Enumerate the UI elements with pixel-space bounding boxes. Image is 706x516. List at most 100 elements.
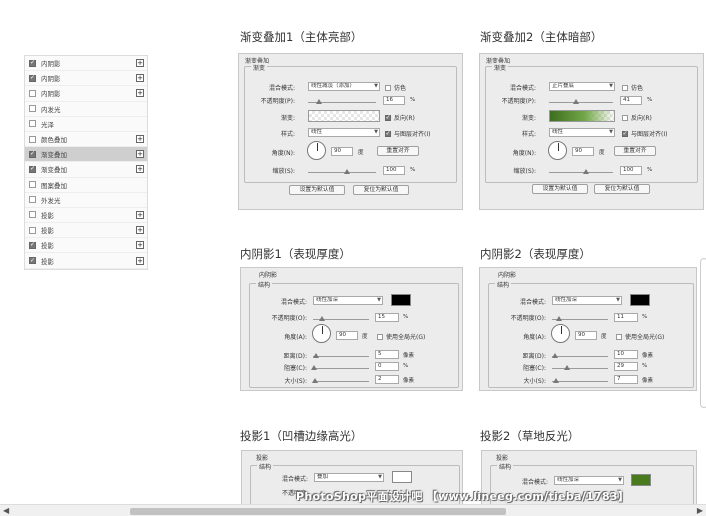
layer-style-item[interactable]: 光泽 bbox=[25, 117, 147, 132]
choke-input[interactable]: 29 bbox=[614, 362, 638, 371]
layer-style-item[interactable]: 内发光 bbox=[25, 102, 147, 117]
choke-slider[interactable] bbox=[552, 365, 608, 370]
shadow-color-swatch[interactable] bbox=[391, 294, 411, 306]
layer-style-checkbox[interactable] bbox=[29, 181, 36, 189]
scale-input[interactable]: 100 bbox=[620, 166, 642, 175]
layer-style-checkbox[interactable]: ✓ bbox=[29, 257, 36, 265]
layer-style-checkbox[interactable] bbox=[29, 105, 36, 113]
layer-style-item[interactable]: ✓ 渐变叠加 + bbox=[25, 147, 147, 163]
add-style-icon[interactable]: + bbox=[136, 89, 144, 98]
layer-style-checkbox[interactable]: ✓ bbox=[29, 74, 36, 82]
slider-thumb[interactable] bbox=[564, 365, 570, 370]
set-default-button[interactable]: 设置为默认值 bbox=[532, 184, 588, 194]
blend-mode-select[interactable]: 线性加深 ▼ bbox=[554, 476, 624, 485]
blend-mode-select[interactable]: 线性加深 ▼ bbox=[552, 296, 622, 305]
layer-style-item[interactable]: 内阴影 + bbox=[25, 86, 147, 102]
layer-style-item[interactable]: ✓ 投影 + bbox=[25, 238, 147, 254]
layer-style-checkbox[interactable]: ✓ bbox=[29, 150, 36, 158]
size-slider[interactable] bbox=[552, 378, 608, 383]
slider-thumb[interactable] bbox=[319, 316, 325, 321]
opacity-input[interactable]: 41 bbox=[620, 96, 642, 105]
layer-style-item[interactable]: 投影 + bbox=[25, 208, 147, 224]
angle-dial[interactable] bbox=[548, 141, 567, 160]
style-select[interactable]: 线性 ▼ bbox=[549, 128, 615, 137]
size-input[interactable]: 2 bbox=[375, 375, 399, 384]
reverse-checkbox[interactable]: 反向(R) bbox=[622, 113, 652, 122]
add-style-icon[interactable]: + bbox=[136, 241, 144, 250]
align-layer-checkbox[interactable]: ✓ 与图层对齐(I) bbox=[385, 129, 430, 138]
size-input[interactable]: 7 bbox=[614, 375, 638, 384]
reset-align-button[interactable]: 重置对齐 bbox=[377, 146, 419, 156]
layer-style-item[interactable]: ✓ 内阴影 + bbox=[25, 71, 147, 87]
opacity-slider[interactable] bbox=[549, 99, 613, 104]
align-layer-checkbox[interactable]: ✓ 与图层对齐(I) bbox=[622, 129, 667, 138]
layer-style-checkbox[interactable] bbox=[29, 211, 36, 219]
dither-checkbox[interactable]: 仿色 bbox=[385, 83, 406, 92]
slider-thumb[interactable] bbox=[312, 378, 318, 383]
slider-thumb[interactable] bbox=[316, 99, 322, 104]
layer-style-checkbox[interactable]: ✓ bbox=[29, 165, 36, 173]
angle-dial[interactable] bbox=[551, 324, 570, 343]
layer-style-checkbox[interactable]: ✓ bbox=[29, 59, 36, 67]
blend-mode-select[interactable]: 叠加 ▼ bbox=[314, 473, 384, 482]
angle-dial[interactable] bbox=[307, 141, 326, 160]
blend-mode-select[interactable]: 正片叠底 ▼ bbox=[549, 82, 615, 91]
shadow-color-swatch[interactable] bbox=[631, 474, 651, 486]
shadow-color-swatch[interactable] bbox=[392, 471, 412, 483]
reset-default-button[interactable]: 复位为默认值 bbox=[353, 185, 409, 195]
add-style-icon[interactable]: + bbox=[136, 165, 144, 174]
slider-thumb[interactable] bbox=[313, 353, 319, 358]
add-style-icon[interactable]: + bbox=[136, 226, 144, 235]
global-light-checkbox[interactable]: 使用全局光(G) bbox=[377, 332, 425, 341]
shadow-color-swatch[interactable] bbox=[630, 294, 650, 306]
size-slider[interactable] bbox=[312, 378, 369, 383]
slider-thumb[interactable] bbox=[556, 316, 562, 321]
scroll-right-icon[interactable]: ▶ bbox=[697, 506, 703, 515]
choke-slider[interactable] bbox=[311, 365, 369, 370]
layer-style-checkbox[interactable] bbox=[29, 196, 36, 204]
scroll-thumb[interactable] bbox=[130, 508, 506, 515]
slider-thumb[interactable] bbox=[344, 169, 350, 174]
scale-input[interactable]: 100 bbox=[383, 166, 405, 175]
layer-style-item[interactable]: 图案叠加 bbox=[25, 178, 147, 193]
add-style-icon[interactable]: + bbox=[136, 74, 144, 83]
layer-style-item[interactable]: 颜色叠加 + bbox=[25, 132, 147, 148]
opacity-slider[interactable] bbox=[313, 316, 369, 321]
distance-input[interactable]: 5 bbox=[375, 350, 399, 359]
layer-style-checkbox[interactable] bbox=[29, 135, 36, 143]
reset-align-button[interactable]: 重置对齐 bbox=[614, 146, 656, 156]
opacity-input[interactable]: 15 bbox=[375, 313, 399, 322]
distance-slider[interactable] bbox=[552, 353, 608, 358]
style-select[interactable]: 线性 ▼ bbox=[308, 128, 380, 137]
add-style-icon[interactable]: + bbox=[136, 135, 144, 144]
distance-input[interactable]: 10 bbox=[614, 350, 638, 359]
layer-style-checkbox[interactable] bbox=[29, 226, 36, 234]
angle-input[interactable]: 90 bbox=[572, 147, 594, 156]
dither-checkbox[interactable]: 仿色 bbox=[622, 83, 643, 92]
distance-slider[interactable] bbox=[313, 353, 369, 358]
slider-thumb[interactable] bbox=[311, 365, 317, 370]
slider-thumb[interactable] bbox=[573, 99, 579, 104]
opacity-input[interactable]: 16 bbox=[383, 96, 405, 105]
slider-thumb[interactable] bbox=[553, 378, 559, 383]
layer-style-checkbox[interactable] bbox=[29, 120, 36, 128]
scale-slider[interactable] bbox=[549, 169, 613, 174]
reverse-checkbox[interactable]: ✓ 反向(R) bbox=[385, 113, 415, 122]
add-style-icon[interactable]: + bbox=[136, 256, 144, 265]
opacity-slider[interactable] bbox=[552, 316, 608, 321]
gradient-preview[interactable] bbox=[549, 110, 615, 122]
angle-input[interactable]: 90 bbox=[331, 147, 353, 156]
opacity-input[interactable]: 11 bbox=[614, 313, 638, 322]
add-style-icon[interactable]: + bbox=[136, 59, 144, 68]
choke-input[interactable]: 0 bbox=[375, 362, 399, 371]
slider-thumb[interactable] bbox=[583, 169, 589, 174]
angle-dial[interactable] bbox=[312, 324, 331, 343]
global-light-checkbox[interactable]: 使用全局光(G) bbox=[616, 332, 664, 341]
slider-thumb[interactable] bbox=[552, 353, 558, 358]
angle-input[interactable]: 90 bbox=[336, 331, 358, 340]
gradient-preview[interactable] bbox=[308, 110, 380, 122]
side-panel-tab[interactable] bbox=[700, 258, 706, 408]
blend-mode-select[interactable]: 线性加深 ▼ bbox=[313, 296, 383, 305]
layer-style-item[interactable]: ✓ 内阴影 + bbox=[25, 56, 147, 72]
set-default-button[interactable]: 设置为默认值 bbox=[289, 185, 345, 195]
